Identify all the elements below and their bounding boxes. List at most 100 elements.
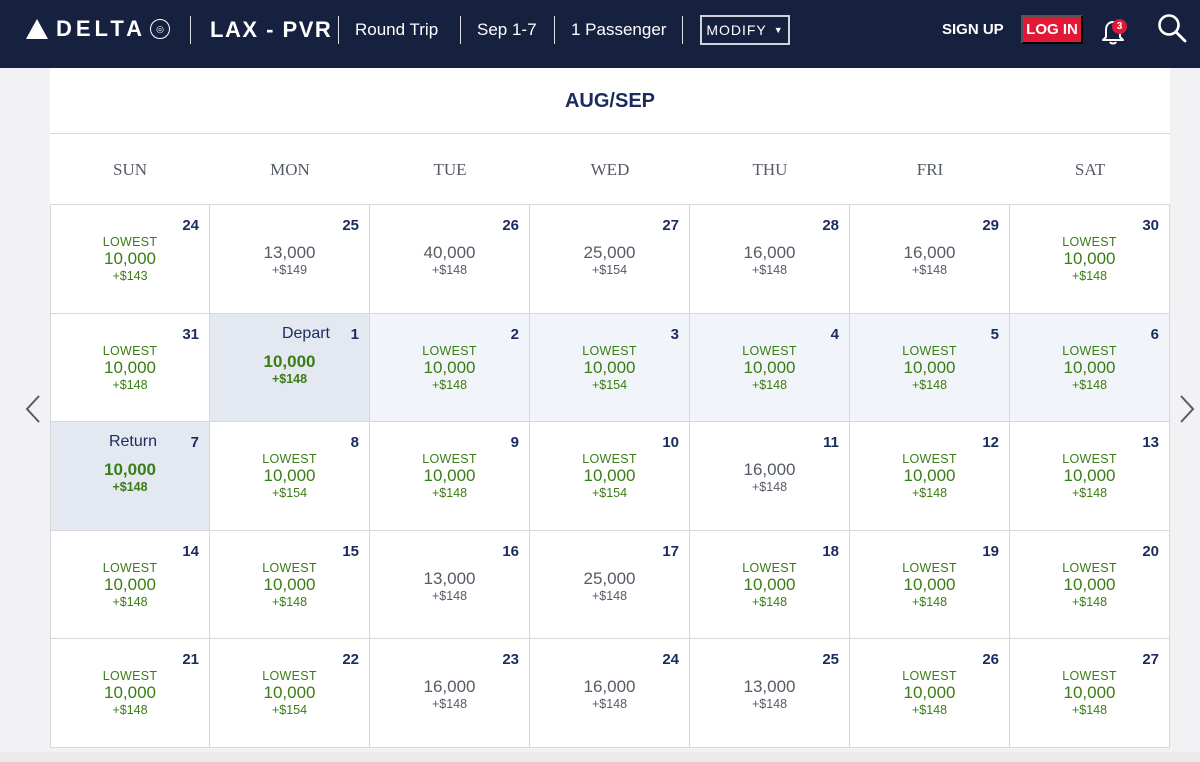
trip-type-label[interactable]: Round Trip: [355, 18, 438, 42]
calendar-day-cell[interactable]: 1 Depart 10,000 +$148: [210, 313, 370, 423]
calendar-day-cell[interactable]: 24 LOWEST 10,000 +$143: [50, 205, 210, 314]
calendar-day-cell[interactable]: 9 LOWEST 10,000 +$148: [370, 422, 530, 531]
passengers-label[interactable]: 1 Passenger: [571, 18, 666, 42]
modify-button[interactable]: MODIFY ▼: [700, 15, 790, 45]
fare-info: LOWEST 10,000 +$148: [370, 452, 529, 500]
taxes-fee: +$148: [431, 263, 468, 277]
taxes-fee: +$148: [112, 703, 148, 718]
taxes-fee: +$148: [591, 697, 628, 712]
lowest-fare-tag: LOWEST: [582, 343, 637, 358]
fare-info: 16,000 +$148: [850, 243, 1009, 277]
lowest-fare-tag: LOWEST: [902, 452, 957, 467]
lowest-fare-tag: LOWEST: [1062, 452, 1117, 467]
calendar-day-cell[interactable]: 29 16,000 +$148: [850, 205, 1010, 314]
taxes-fee: +$149: [271, 263, 308, 277]
taxes-fee: +$148: [112, 480, 148, 495]
taxes-fee: +$148: [911, 486, 948, 501]
calendar-day-cell[interactable]: 5 LOWEST 10,000 +$148: [850, 313, 1010, 423]
miles-price: 10,000: [1063, 357, 1116, 377]
day-number: 27: [1142, 651, 1159, 669]
taxes-fee: +$148: [431, 697, 468, 712]
calendar-day-cell[interactable]: 3 LOWEST 10,000 +$154: [530, 313, 690, 423]
calendar-day-cell[interactable]: 27 25,000 +$154: [530, 205, 690, 314]
calendar-day-cell[interactable]: 8 LOWEST 10,000 +$154: [210, 422, 370, 531]
calendar-day-cell[interactable]: 21 LOWEST 10,000 +$148: [50, 639, 210, 748]
day-number: 22: [342, 651, 359, 669]
calendar-day-cell[interactable]: 28 16,000 +$148: [690, 205, 850, 314]
taxes-fee: +$148: [751, 480, 788, 495]
miles-price: 10,000: [104, 357, 156, 377]
search-icon[interactable]: [1156, 12, 1188, 44]
calendar-day-cell[interactable]: 27 LOWEST 10,000 +$148: [1010, 639, 1170, 748]
route-label[interactable]: LAX - PVR: [210, 16, 332, 44]
calendar-day-cell[interactable]: 23 16,000 +$148: [370, 639, 530, 748]
lowest-fare-tag: LOWEST: [902, 560, 957, 575]
day-number: 1: [350, 325, 359, 343]
calendar-day-cell[interactable]: 7 Return 10,000 +$148: [50, 422, 210, 531]
calendar-day-cell[interactable]: 13 LOWEST 10,000 +$148: [1010, 422, 1170, 531]
calendar-day-cell[interactable]: 6 LOWEST 10,000 +$148: [1010, 313, 1170, 423]
calendar-day-cell[interactable]: 2 LOWEST 10,000 +$148: [370, 313, 530, 423]
miles-price: 16,000: [423, 677, 476, 697]
lowest-fare-tag: LOWEST: [1062, 560, 1117, 575]
fare-info: LOWEST 10,000 +$148: [850, 669, 1009, 717]
calendar-day-cell[interactable]: 15 LOWEST 10,000 +$148: [210, 530, 370, 640]
delta-logo[interactable]: DELTA ◎: [26, 14, 171, 44]
miles-price: 10,000: [583, 466, 636, 486]
lowest-fare-tag: LOWEST: [102, 669, 158, 684]
calendar-day-cell[interactable]: 14 LOWEST 10,000 +$148: [50, 530, 210, 640]
day-number: 29: [982, 217, 999, 234]
calendar-day-cell[interactable]: 31 LOWEST 10,000 +$148: [50, 313, 210, 423]
weekday-label: THU: [752, 159, 788, 179]
calendar-day-cell[interactable]: 16 13,000 +$148: [370, 530, 530, 640]
fare-info: LOWEST 10,000 +$148: [690, 561, 849, 609]
day-number: 12: [982, 434, 999, 452]
miles-price: 10,000: [104, 460, 156, 480]
taxes-fee: +$148: [751, 594, 788, 609]
day-number: 25: [342, 217, 359, 234]
calendar-day-cell[interactable]: 11 16,000 +$148: [690, 422, 850, 531]
day-number: 2: [510, 325, 519, 343]
lowest-fare-tag: LOWEST: [742, 560, 797, 575]
delta-widget-icon: [26, 19, 48, 39]
weekday-label: SUN: [112, 159, 147, 179]
log-in-button[interactable]: LOG IN: [1021, 15, 1083, 44]
calendar-day-cell[interactable]: 19 LOWEST 10,000 +$148: [850, 530, 1010, 640]
sign-up-link[interactable]: SIGN UP: [942, 20, 1004, 40]
lowest-fare-tag: LOWEST: [102, 560, 158, 575]
taxes-fee: +$148: [271, 594, 308, 609]
calendar-day-cell[interactable]: 24 16,000 +$148: [530, 639, 690, 748]
weekday-label: FRI: [916, 159, 944, 179]
miles-price: 10,000: [423, 357, 476, 377]
selection-label: Return: [108, 433, 157, 451]
calendar-day-cell[interactable]: 22 LOWEST 10,000 +$154: [210, 639, 370, 748]
miles-price: 16,000: [583, 677, 636, 697]
taxes-fee: +$154: [591, 263, 628, 277]
header-divider: [554, 16, 555, 44]
day-number: 26: [502, 217, 519, 234]
calendar-day-cell[interactable]: 25 13,000 +$148: [690, 639, 850, 748]
calendar-day-cell[interactable]: 20 LOWEST 10,000 +$148: [1010, 530, 1170, 640]
day-number: 11: [823, 434, 839, 452]
taxes-fee: +$148: [1071, 486, 1108, 501]
calendar-day-cell[interactable]: 17 25,000 +$148: [530, 530, 690, 640]
calendar-day-cell[interactable]: 18 LOWEST 10,000 +$148: [690, 530, 850, 640]
chevron-left-icon[interactable]: [22, 392, 44, 426]
globe-seal-icon: ◎: [150, 19, 171, 39]
weekday-label: SAT: [1074, 159, 1106, 179]
chevron-right-icon[interactable]: [1176, 392, 1198, 426]
calendar-day-cell[interactable]: 4 LOWEST 10,000 +$148: [690, 313, 850, 423]
dates-label[interactable]: Sep 1-7: [477, 18, 537, 42]
calendar-day-cell[interactable]: 12 LOWEST 10,000 +$148: [850, 422, 1010, 531]
fare-info: LOWEST 10,000 +$154: [210, 669, 369, 717]
calendar-day-cell[interactable]: 25 13,000 +$149: [210, 205, 370, 314]
calendar-day-cell[interactable]: 30 LOWEST 10,000 +$148: [1010, 205, 1170, 314]
taxes-fee: +$154: [591, 486, 628, 501]
fare-info: LOWEST 10,000 +$154: [530, 452, 689, 500]
taxes-fee: +$148: [591, 588, 628, 603]
miles-price: 10,000: [743, 357, 796, 377]
calendar-day-cell[interactable]: 10 LOWEST 10,000 +$154: [530, 422, 690, 531]
calendar-day-cell[interactable]: 26 LOWEST 10,000 +$148: [850, 639, 1010, 748]
fare-info: LOWEST 10,000 +$148: [210, 561, 369, 609]
calendar-day-cell[interactable]: 26 40,000 +$148: [370, 205, 530, 314]
